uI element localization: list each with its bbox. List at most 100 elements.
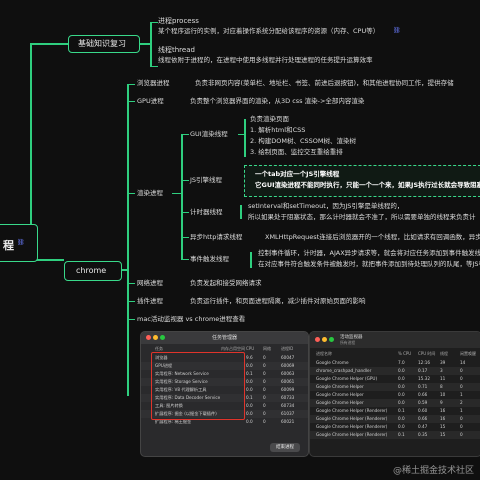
activity-monitor-table-row[interactable]: Google Chrome Helper (Renderer) 0.0 0.47 15… xyxy=(310,423,480,431)
activity-monitor-table-row[interactable]: Google Chrome Helper 0.0 0.71 8 0 xyxy=(310,383,480,391)
activity-monitor-column-header[interactable]: 进程名称 xyxy=(316,351,332,357)
activity-monitor-table-cell: 0.0 xyxy=(398,400,405,405)
link-icon[interactable]: ⛓ xyxy=(17,239,25,246)
task-manager-table-cell: 60734 xyxy=(281,403,295,408)
activity-monitor-table-cell: chrome_crashpad_handler xyxy=(316,368,372,373)
watermark: @稀土掘金技术社区 xyxy=(392,466,474,476)
activity-monitor-table-cell: 0.17 xyxy=(418,368,428,373)
task-manager-column-header[interactable]: CPU xyxy=(246,346,254,351)
activity-monitor-table-cell: 15 xyxy=(440,432,446,437)
task-manager-table-cell: 0 xyxy=(263,395,266,400)
connector xyxy=(240,205,242,219)
task-manager-table-cell: 60733 xyxy=(281,395,295,400)
end-process-button[interactable]: 结束进程 xyxy=(270,443,300,452)
chrome-node[interactable]: chrome xyxy=(64,261,122,281)
connector xyxy=(244,119,246,157)
activity-monitor-table-cell: 0.0 xyxy=(398,424,405,429)
task-manager-table-cell: 0 xyxy=(263,419,266,424)
task-manager-table-cell: 60021 xyxy=(281,419,295,424)
thread-desc: 线程依附于进程的，在进程中使用多线程并行处理进程的任务提升运算效率 xyxy=(158,56,373,64)
activity-monitor-column-header[interactable]: % CPU xyxy=(398,351,411,356)
activity-monitor-table-cell: 9 xyxy=(440,400,443,405)
plugin-process-label: 插件进程 xyxy=(137,297,163,305)
activity-monitor-table-cell: 0 xyxy=(460,368,463,373)
activity-monitor-table-cell: 0.59 xyxy=(418,400,428,405)
activity-monitor-column-header[interactable]: 线程 xyxy=(440,351,448,357)
activity-monitor-table-cell: Google Chrome Helper xyxy=(316,392,364,397)
connector xyxy=(181,212,189,213)
activity-monitor-window: 活动监视器 所有进程 进程名称 % CPU CPU 时间 线程 闲置唤醒 Google … xyxy=(309,331,480,457)
basics-node[interactable]: 基础知识复习 xyxy=(68,35,140,53)
task-manager-table-cell: 0.0 xyxy=(246,379,253,384)
activity-monitor-table-cell: 16 xyxy=(440,408,446,413)
render-process-label: 渲染进程 xyxy=(137,189,163,197)
task-manager-table-cell: 0.1 xyxy=(246,371,253,376)
timer-line: 所以如果处于阻塞状态，那么计时器就会不准了，所以需要单独的线程来负责计 xyxy=(248,213,476,221)
http-desc: XMLHttpRequest连接后浏览器开的一个线程，比如请求有回调函数，异步 xyxy=(265,233,480,241)
task-manager-table-cell: 0.0 xyxy=(246,387,253,392)
connector xyxy=(127,193,135,194)
task-manager-selection xyxy=(151,352,245,420)
activity-monitor-table-cell: 0.35 xyxy=(418,432,428,437)
activity-monitor-table-cell: 0 xyxy=(460,416,463,421)
task-manager-table-cell: 0 xyxy=(263,411,266,416)
task-manager-table-cell: 0 xyxy=(263,403,266,408)
close-dot-icon[interactable] xyxy=(315,337,320,342)
activity-monitor-table-cell: 0.47 xyxy=(418,424,428,429)
activity-monitor-table-cell: 10 xyxy=(440,392,446,397)
activity-monitor-column-header[interactable]: CPU 时间 xyxy=(418,351,435,357)
activity-monitor-table-cell: Google Chrome Helper (GPU) xyxy=(316,376,378,381)
activity-monitor-table-row[interactable]: Google Chrome Helper (Renderer) 0.1 0.60 16… xyxy=(310,407,480,415)
js-line: 它GUI渲染进程不能同时执行，只能一个一个来，如果JS执行过长就会导致阻塞 xyxy=(255,181,480,189)
activity-monitor-table-cell: 12:16 xyxy=(418,360,431,365)
activity-monitor-table-row[interactable]: chrome_crashpad_handler 0.0 0.17 3 0 xyxy=(310,367,480,375)
timer-line: setInterval和setTimeout，因为JS引擎是单线程的， xyxy=(248,202,404,210)
activity-monitor-table-cell: Google Chrome Helper (Renderer) xyxy=(316,416,388,421)
activity-monitor-toolbar: 活动监视器 所有进程 xyxy=(310,332,480,348)
activity-monitor-table-cell: Google Chrome Helper (Renderer) xyxy=(316,408,388,413)
task-manager-titlebar: 任务管理器 xyxy=(141,332,308,344)
task-manager-window: 任务管理器 任务 内存占用空间 CPU 网络 进程ID 浏览器 9.6 0 60047 GPU进… xyxy=(140,331,309,457)
activity-monitor-table-cell: 0.66 xyxy=(418,416,428,421)
activity-monitor-table-row[interactable]: Google Chrome Helper (GPU) 0.0 15.32 11 0 xyxy=(310,375,480,383)
task-manager-column-header[interactable]: 网络 xyxy=(263,346,271,352)
activity-monitor-table-cell: 0.0 xyxy=(398,392,405,397)
task-manager-table-cell: 0 xyxy=(263,371,266,376)
activity-monitor-table-row[interactable]: Google Chrome Helper (Renderer) 0.0 0.66 16… xyxy=(310,415,480,423)
timer-thread-label: 计时器线程 xyxy=(190,208,223,216)
activity-monitor-table-cell: 0 xyxy=(460,384,463,389)
activity-monitor-table-row[interactable]: Google Chrome Helper (Renderer) 0.1 0.35 15… xyxy=(310,431,480,439)
thread-title: 线程thread xyxy=(158,46,195,54)
connector xyxy=(127,301,135,302)
activity-monitor-table-row[interactable]: Google Chrome Helper 0.0 0.59 9 2 xyxy=(310,399,480,407)
link-icon[interactable]: ⛓ xyxy=(393,27,401,34)
activity-monitor-table-cell: 2 xyxy=(460,400,463,405)
activity-monitor-table-row[interactable]: Google Chrome 7.0 12:16 39 14 xyxy=(310,359,480,367)
minimize-dot-icon[interactable] xyxy=(322,337,327,342)
process-desc: 某个程序运行的实例，对应着操作系统分配给该程序的资源（内存、CPU等） xyxy=(158,27,380,35)
task-manager-table-cell: 9.6 xyxy=(246,355,253,360)
connector xyxy=(150,22,152,67)
activity-monitor-table-cell: 16 xyxy=(440,416,446,421)
gpu-process-label: GPU进程 xyxy=(137,97,164,105)
task-manager-column-header[interactable]: 进程ID xyxy=(281,346,293,352)
browser-process-label: 浏览器进程 xyxy=(137,79,170,87)
connector xyxy=(30,43,68,45)
activity-monitor-table-cell: 0.0 xyxy=(398,384,405,389)
zoom-dot-icon[interactable] xyxy=(329,337,334,342)
js-thread-highlight: 一个tab对应一个JS引擎线程 它GUI渲染进程不能同时执行，只能一个一个来，如… xyxy=(244,165,480,197)
root-node[interactable]: 程 ⛓ xyxy=(0,224,38,262)
activity-monitor-table-cell: 0.0 xyxy=(398,376,405,381)
connector xyxy=(181,259,189,260)
activity-monitor-subtitle: 所有进程 xyxy=(340,340,356,345)
activity-monitor-table-cell: 0.66 xyxy=(418,392,428,397)
network-process-desc: 负责发起和接受网络请求 xyxy=(190,279,262,287)
activity-monitor-table-cell: 0 xyxy=(460,376,463,381)
connector xyxy=(127,101,135,102)
activity-monitor-table-row[interactable]: Google Chrome Helper 0.0 0.66 10 1 xyxy=(310,391,480,399)
connector xyxy=(150,66,158,67)
activity-monitor-column-header[interactable]: 闲置唤醒 xyxy=(460,351,476,357)
task-manager-table-cell: 60061 xyxy=(281,379,295,384)
process-title: 进程process xyxy=(158,17,199,25)
activity-monitor-table-cell: Google Chrome Helper xyxy=(316,400,364,405)
